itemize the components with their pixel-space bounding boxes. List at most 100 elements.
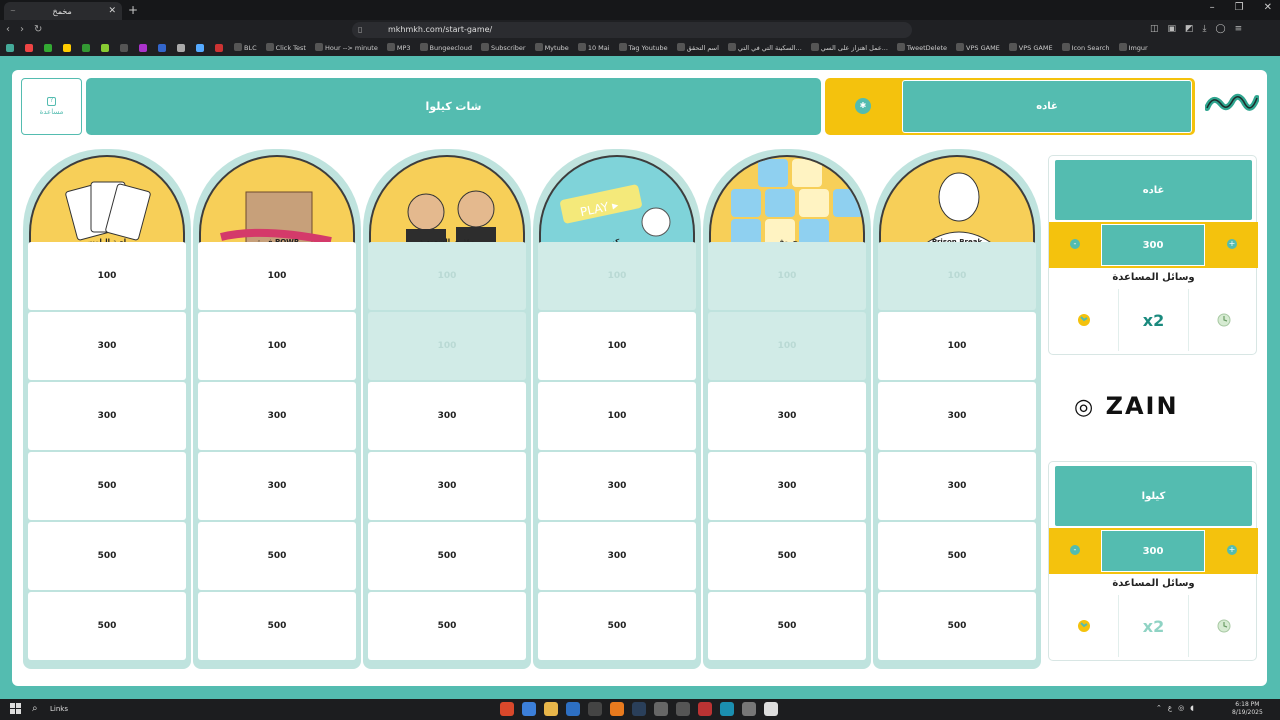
question-tile[interactable]: 500 — [198, 592, 356, 660]
tray-chevron-icon[interactable]: ⌃ — [1156, 704, 1162, 712]
bookmark-item[interactable]: VPS GAME — [956, 43, 1000, 52]
volume-icon[interactable]: ◖ — [1190, 704, 1194, 712]
bookmark-favicon-icon[interactable] — [101, 43, 109, 52]
question-tile[interactable]: 300 — [368, 452, 526, 520]
reload-icon[interactable]: ↻ — [34, 24, 42, 35]
question-tile[interactable]: 300 — [198, 382, 356, 450]
question-tile[interactable]: 500 — [28, 522, 186, 590]
bookmark-favicon-icon[interactable] — [82, 43, 90, 52]
aid-timer[interactable] — [1189, 595, 1258, 657]
calculator-icon[interactable] — [676, 702, 690, 716]
windows-start-icon[interactable] — [10, 703, 22, 715]
sidebar-icon[interactable]: ▣ — [1168, 24, 1177, 34]
question-tile[interactable]: 500 — [368, 522, 526, 590]
bookmark-item[interactable]: Mytube — [534, 43, 569, 52]
question-tile[interactable]: 500 — [878, 522, 1036, 590]
question-tile[interactable]: 500 — [708, 522, 866, 590]
record-icon[interactable] — [698, 702, 712, 716]
question-tile[interactable]: 300 — [878, 382, 1036, 450]
brave-icon[interactable] — [500, 702, 514, 716]
edge-icon[interactable] — [720, 702, 734, 716]
question-tile[interactable]: 300 — [708, 452, 866, 520]
question-tile[interactable]: 300 — [368, 382, 526, 450]
question-tile[interactable]: 500 — [878, 592, 1036, 660]
network-icon[interactable]: ◎ — [1178, 704, 1184, 712]
bookmark-item[interactable]: 10 Mai — [577, 43, 610, 52]
bookmark-item[interactable]: السكينة التي في التي... — [727, 43, 802, 52]
question-tile[interactable]: 300 — [538, 452, 696, 520]
vlc-icon[interactable] — [610, 702, 624, 716]
steam-icon[interactable] — [632, 702, 646, 716]
question-tile[interactable]: 100 — [538, 312, 696, 380]
decrease-score-button[interactable]: - — [1070, 239, 1080, 249]
question-tile[interactable]: 100 — [538, 382, 696, 450]
bookmark-item[interactable]: Imgur — [1118, 43, 1148, 52]
aid-double[interactable]: x2 — [1119, 289, 1189, 351]
question-tile[interactable]: 300 — [28, 382, 186, 450]
question-tile[interactable]: 100 — [878, 312, 1036, 380]
question-tile[interactable]: 500 — [708, 592, 866, 660]
bookmark-item[interactable]: Hour --> minute — [314, 43, 378, 52]
question-tile[interactable]: 100 — [198, 312, 356, 380]
bookmark-item[interactable]: TweetDelete — [896, 43, 947, 52]
folder-icon[interactable] — [544, 702, 558, 716]
bookmark-item[interactable]: VPS GAME — [1008, 43, 1053, 52]
maximize-icon[interactable]: ❐ — [1235, 2, 1244, 13]
aid-timer[interactable] — [1189, 289, 1258, 351]
question-tile[interactable]: 100 — [28, 242, 186, 310]
question-tile[interactable]: 100 — [198, 242, 356, 310]
search-icon[interactable]: ⌕ — [32, 703, 38, 714]
increase-score-button[interactable]: + — [1227, 239, 1237, 249]
bookmark-favicon-icon[interactable] — [25, 43, 33, 52]
bookmark-favicon-icon[interactable] — [6, 43, 14, 52]
wallet-icon[interactable]: ◩ — [1185, 24, 1194, 34]
bookmark-favicon-icon[interactable] — [177, 43, 185, 52]
bookmark-item[interactable]: Subscriber — [480, 43, 526, 52]
bookmark-favicon-icon[interactable] — [196, 43, 204, 52]
bookmark-item[interactable]: Bungeecloud — [419, 43, 472, 52]
question-tile[interactable]: 300 — [28, 312, 186, 380]
bookmark-item[interactable]: Icon Search — [1061, 43, 1110, 52]
question-tile[interactable]: 500 — [198, 522, 356, 590]
minimize-icon[interactable]: – — [1210, 2, 1215, 13]
extension-icon[interactable]: ◫ — [1150, 24, 1159, 34]
question-tile[interactable]: 300 — [198, 452, 356, 520]
notepad-icon[interactable] — [764, 702, 778, 716]
bookmark-icon[interactable]: ▯ — [358, 22, 362, 38]
decrease-score-button[interactable]: - — [1070, 545, 1080, 555]
question-tile[interactable]: 500 — [368, 592, 526, 660]
bookmark-item[interactable]: عمل اهتزاز على السي... — [810, 43, 888, 52]
bookmark-item[interactable]: Click Test — [265, 43, 306, 52]
bookmark-item[interactable]: MP3 — [386, 43, 411, 52]
question-tile[interactable]: 300 — [538, 522, 696, 590]
question-tile[interactable]: 300 — [878, 452, 1036, 520]
bookmark-item[interactable]: BLC — [234, 43, 257, 52]
menu-icon[interactable]: ≡ — [1235, 24, 1243, 34]
address-bar[interactable]: ▯ mkhmkh.com/start-game/ — [352, 22, 912, 38]
taskbar-search-label[interactable]: Links — [50, 705, 68, 713]
question-tile[interactable]: 300 — [708, 382, 866, 450]
app-icon[interactable] — [654, 702, 668, 716]
question-tile[interactable]: 500 — [538, 592, 696, 660]
bookmark-favicon-icon[interactable] — [158, 43, 166, 52]
aid-call[interactable] — [1049, 289, 1119, 351]
chrome-icon[interactable] — [522, 702, 536, 716]
bookmark-item[interactable]: اسم التحقق — [676, 43, 719, 52]
app-icon[interactable] — [742, 702, 756, 716]
browser-tab[interactable]: ~ مخمخ ✕ — [4, 2, 122, 20]
clock[interactable]: 6:18 PM 8/19/2025 — [1232, 701, 1263, 717]
aid-call[interactable] — [1049, 595, 1119, 657]
close-tab-icon[interactable]: ✕ — [108, 6, 116, 16]
back-icon[interactable]: ‹ — [6, 24, 10, 35]
bookmark-favicon-icon[interactable] — [139, 43, 147, 52]
forward-icon[interactable]: › — [20, 24, 24, 35]
mail-icon[interactable] — [566, 702, 580, 716]
bookmark-favicon-icon[interactable] — [215, 43, 223, 52]
download-icon[interactable]: ⤓ — [1203, 24, 1207, 34]
terminal-icon[interactable] — [588, 702, 602, 716]
aid-double[interactable]: x2 — [1119, 595, 1189, 657]
bookmark-favicon-icon[interactable] — [63, 43, 71, 52]
help-button[interactable]: ? مساعدة — [21, 78, 82, 135]
language-icon[interactable]: ع — [1168, 704, 1172, 712]
question-tile[interactable]: 500 — [28, 592, 186, 660]
